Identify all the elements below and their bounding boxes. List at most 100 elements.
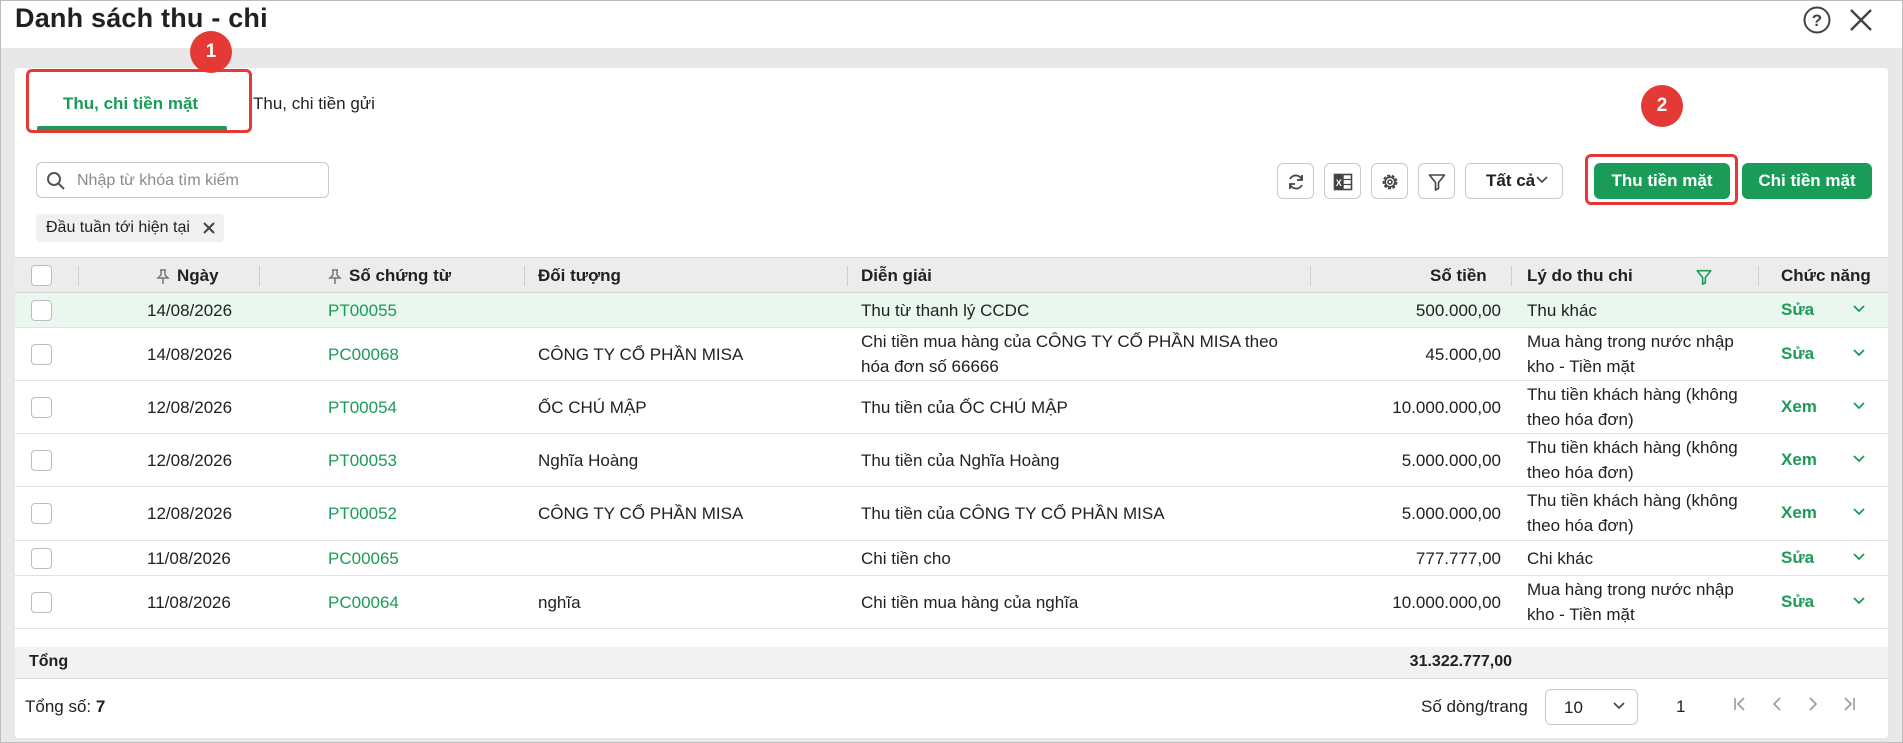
cell-reason: Mua hàng trong nước nhập kho - Tiền mặt bbox=[1527, 580, 1734, 624]
gear-icon bbox=[1382, 174, 1398, 190]
table-row[interactable]: 12/08/2026 PT00052 CÔNG TY CỔ PHẦN MISA … bbox=[15, 487, 1888, 541]
table-row[interactable]: 14/08/2026 PC00068 CÔNG TY CỔ PHẦN MISA … bbox=[15, 328, 1888, 381]
search-icon bbox=[47, 172, 65, 190]
column-filter-icon[interactable] bbox=[1695, 268, 1713, 286]
table-footer: Tổng số: 7 Số dòng/trang 10 1 bbox=[15, 679, 1888, 734]
main-panel: Thu, chi tiền mặt Thu, chi tiền gửi 1 Đầ… bbox=[15, 31, 1888, 738]
rows-per-page-label: Số dòng/trang bbox=[1421, 697, 1528, 716]
cell-reason: Thu tiền khách hàng (không theo hóa đơn) bbox=[1527, 491, 1738, 535]
pay-cash-button[interactable]: Chi tiền mặt bbox=[1742, 163, 1872, 199]
cell-object: CÔNG TY CỔ PHẦN MISA bbox=[538, 345, 744, 364]
cell-reason: Chi khác bbox=[1527, 549, 1594, 568]
edit-action[interactable]: Sửa bbox=[1781, 592, 1814, 612]
edit-action[interactable]: Sửa bbox=[1781, 344, 1814, 364]
chevron-down-icon[interactable] bbox=[1853, 597, 1865, 605]
row-checkbox[interactable] bbox=[31, 548, 52, 569]
cell-date: 12/08/2026 bbox=[147, 451, 233, 470]
cell-voucher-link[interactable]: PT00054 bbox=[328, 395, 397, 420]
status-filter-select[interactable]: Tất cả bbox=[1465, 163, 1563, 199]
table-header: Ngày Số chứng từ Đối tượng Diễn giải Số … bbox=[15, 257, 1888, 293]
settings-button[interactable] bbox=[1371, 163, 1408, 199]
next-page-icon[interactable] bbox=[1806, 696, 1820, 712]
column-divider bbox=[78, 266, 79, 286]
col-description[interactable]: Diễn giải bbox=[861, 266, 932, 286]
row-checkbox[interactable] bbox=[31, 344, 52, 365]
total-row: Tổng 31.322.777,00 bbox=[15, 647, 1888, 679]
edit-action[interactable]: Sửa bbox=[1781, 300, 1814, 320]
search-input[interactable] bbox=[77, 169, 317, 193]
row-checkbox[interactable] bbox=[31, 592, 52, 613]
tab-deposit[interactable]: Thu, chi tiền gửi bbox=[253, 94, 375, 114]
cell-object: CÔNG TY CỔ PHẦN MISA bbox=[538, 504, 744, 523]
filter-icon bbox=[1428, 174, 1446, 191]
table-row[interactable]: 12/08/2026 PT00053 Nghĩa Hoàng Thu tiền … bbox=[15, 434, 1888, 487]
row-checkbox[interactable] bbox=[31, 397, 52, 418]
chevron-down-icon[interactable] bbox=[1853, 553, 1865, 561]
cell-reason: Thu tiền khách hàng (không theo hóa đơn) bbox=[1527, 385, 1738, 429]
col-object[interactable]: Đối tượng bbox=[538, 266, 621, 286]
annotation-box-1 bbox=[26, 69, 252, 133]
table-row[interactable]: 11/08/2026 PC00064 nghĩa Chi tiền mua hà… bbox=[15, 576, 1888, 629]
search-box[interactable] bbox=[36, 162, 329, 198]
table-row[interactable]: 12/08/2026 PT00054 ỐC CHÚ MẬP Thu tiền c… bbox=[15, 381, 1888, 434]
previous-page-icon[interactable] bbox=[1770, 696, 1784, 712]
remove-filter-icon[interactable] bbox=[202, 221, 216, 235]
cell-description: Thu tiền của Nghĩa Hoàng bbox=[861, 451, 1060, 470]
chip-label: Đầu tuần tới hiện tại bbox=[46, 219, 190, 236]
export-excel-button[interactable]: X bbox=[1324, 163, 1361, 199]
chevron-down-icon[interactable] bbox=[1853, 508, 1865, 516]
excel-icon: X bbox=[1333, 173, 1353, 191]
view-action[interactable]: Xem bbox=[1781, 503, 1817, 523]
date-filter-chip: Đầu tuần tới hiện tại bbox=[36, 214, 224, 242]
help-icon[interactable]: ? bbox=[1802, 5, 1832, 35]
view-action[interactable]: Xem bbox=[1781, 450, 1817, 470]
cell-description: Thu từ thanh lý CCDC bbox=[861, 301, 1030, 320]
select-all-checkbox[interactable] bbox=[31, 265, 52, 286]
chevron-down-icon[interactable] bbox=[1853, 455, 1865, 463]
cell-voucher-link[interactable]: PT00052 bbox=[328, 501, 397, 526]
cell-description: Chi tiền mua hàng của CÔNG TY CỔ PHẦN MI… bbox=[861, 332, 1278, 376]
cell-voucher-link[interactable]: PC00065 bbox=[328, 546, 399, 571]
chevron-down-icon[interactable] bbox=[1853, 305, 1865, 313]
col-amount[interactable]: Số tiền bbox=[1430, 266, 1487, 286]
cell-reason: Mua hàng trong nước nhập kho - Tiền mặt bbox=[1527, 332, 1734, 376]
cell-voucher-link[interactable]: PT00055 bbox=[328, 298, 397, 323]
last-page-icon[interactable] bbox=[1842, 696, 1856, 712]
cell-voucher-link[interactable]: PC00064 bbox=[328, 590, 399, 615]
total-label: Tổng bbox=[29, 653, 69, 670]
pin-icon[interactable] bbox=[328, 269, 342, 285]
dialog-window: Danh sách thu - chi ? Thu, chi tiền mặt … bbox=[0, 0, 1903, 743]
cell-date: 14/08/2026 bbox=[147, 345, 233, 364]
view-action[interactable]: Xem bbox=[1781, 397, 1817, 417]
row-checkbox[interactable] bbox=[31, 300, 52, 321]
row-checkbox[interactable] bbox=[31, 503, 52, 524]
row-checkbox[interactable] bbox=[31, 450, 52, 471]
chevron-down-icon[interactable] bbox=[1853, 349, 1865, 357]
col-reason[interactable]: Lý do thu chi bbox=[1527, 266, 1633, 286]
table-row[interactable]: 11/08/2026 PC00065 Chi tiền cho 777.777,… bbox=[15, 541, 1888, 576]
pin-icon[interactable] bbox=[156, 269, 170, 285]
col-voucher[interactable]: Số chứng từ bbox=[349, 266, 451, 286]
chevron-down-icon[interactable] bbox=[1853, 402, 1865, 410]
cell-object: nghĩa bbox=[538, 593, 581, 612]
cell-amount: 10.000.000,00 bbox=[1392, 398, 1501, 417]
cell-description: Chi tiền cho bbox=[861, 549, 951, 568]
cell-voucher-link[interactable]: PC00068 bbox=[328, 342, 399, 367]
edit-action[interactable]: Sửa bbox=[1781, 548, 1814, 568]
current-page[interactable]: 1 bbox=[1676, 697, 1685, 717]
close-icon[interactable] bbox=[1846, 5, 1876, 35]
refresh-button[interactable] bbox=[1277, 163, 1314, 199]
cell-voucher-link[interactable]: PT00053 bbox=[328, 448, 397, 473]
record-count-label: Tổng số: bbox=[25, 697, 92, 716]
svg-text:?: ? bbox=[1812, 11, 1822, 30]
rows-per-page-select[interactable]: 10 bbox=[1545, 689, 1638, 725]
cell-date: 14/08/2026 bbox=[147, 301, 233, 320]
cell-object: ỐC CHÚ MẬP bbox=[538, 398, 647, 417]
table-row[interactable]: 14/08/2026 PT00055 Thu từ thanh lý CCDC … bbox=[15, 293, 1888, 328]
col-date[interactable]: Ngày bbox=[177, 266, 219, 286]
column-divider bbox=[1310, 266, 1311, 286]
first-page-icon[interactable] bbox=[1733, 696, 1747, 712]
cell-reason: Thu tiền khách hàng (không theo hóa đơn) bbox=[1527, 438, 1738, 482]
annotation-badge-1: 1 bbox=[190, 31, 232, 73]
filter-button[interactable] bbox=[1418, 163, 1455, 199]
